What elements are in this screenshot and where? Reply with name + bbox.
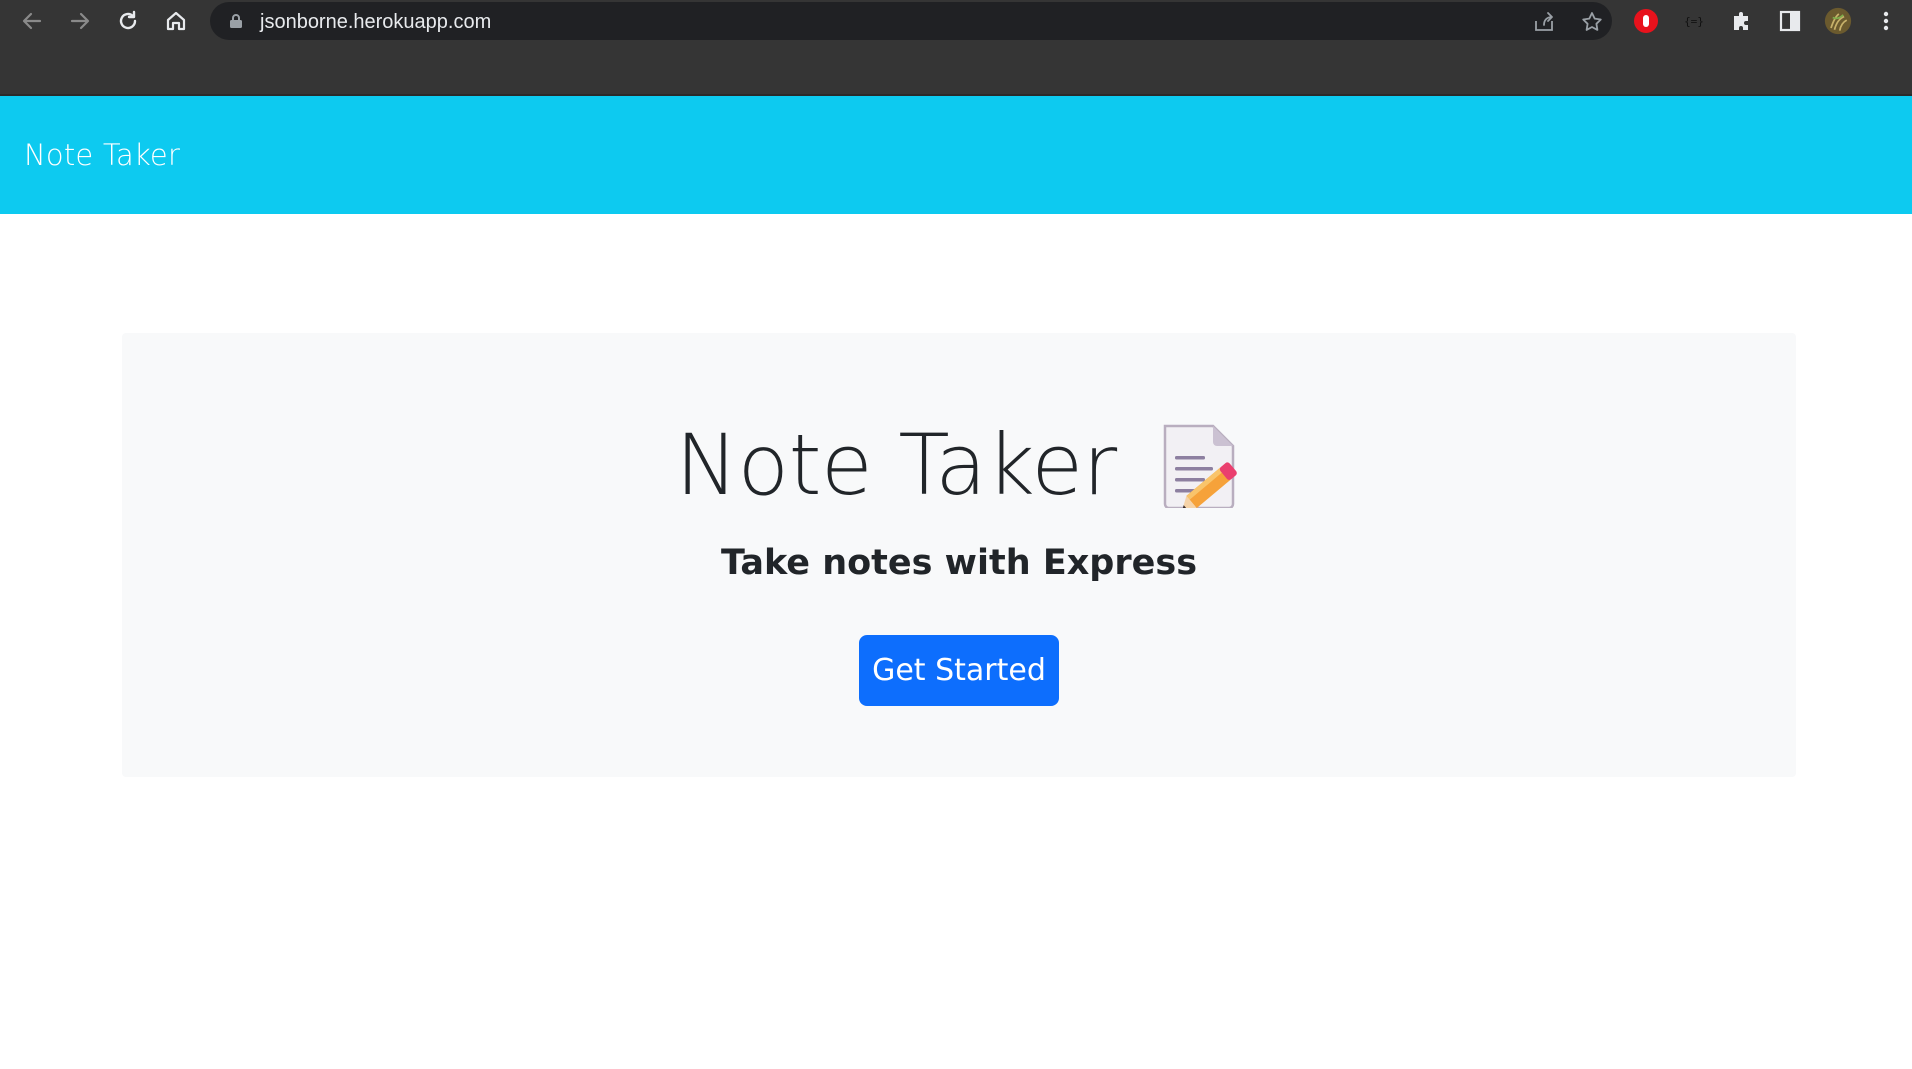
hero-actions: Get Started <box>122 635 1796 706</box>
back-icon[interactable] <box>16 5 48 37</box>
page-title: Note Taker <box>675 416 1117 514</box>
star-icon[interactable] <box>1580 10 1604 34</box>
navbar: Note Taker <box>0 96 1912 214</box>
side-panel-icon[interactable] <box>1776 7 1804 35</box>
navbar-brand[interactable]: Note Taker <box>24 138 180 172</box>
memo-icon <box>1161 422 1243 510</box>
hero-subtitle: Take notes with Express <box>720 543 1198 583</box>
browser-chrome: jsonborne.herokuapp.com {=} <box>0 0 1912 96</box>
reload-icon[interactable] <box>112 5 144 37</box>
hero-section: Note Taker Take notes with Express Get S… <box>122 333 1796 777</box>
hero-title-row: Note Taker <box>122 415 1796 515</box>
url-text[interactable]: jsonborne.herokuapp.com <box>260 11 491 34</box>
browser-toolbar: jsonborne.herokuapp.com {=} <box>0 0 1912 42</box>
lock-icon[interactable] <box>228 13 244 29</box>
extensions-icon[interactable] <box>1728 7 1756 35</box>
profile-avatar[interactable] <box>1824 7 1852 35</box>
home-icon[interactable] <box>160 5 192 37</box>
menu-icon[interactable] <box>1872 7 1900 35</box>
adblock-icon[interactable] <box>1632 7 1660 35</box>
forward-icon[interactable] <box>64 5 96 37</box>
json-extension-icon[interactable]: {=} <box>1680 7 1708 35</box>
get-started-button[interactable]: Get Started <box>859 635 1059 706</box>
share-icon[interactable] <box>1532 10 1556 34</box>
svg-text:{=}: {=} <box>1684 15 1704 28</box>
address-bar[interactable]: jsonborne.herokuapp.com <box>210 2 1612 40</box>
